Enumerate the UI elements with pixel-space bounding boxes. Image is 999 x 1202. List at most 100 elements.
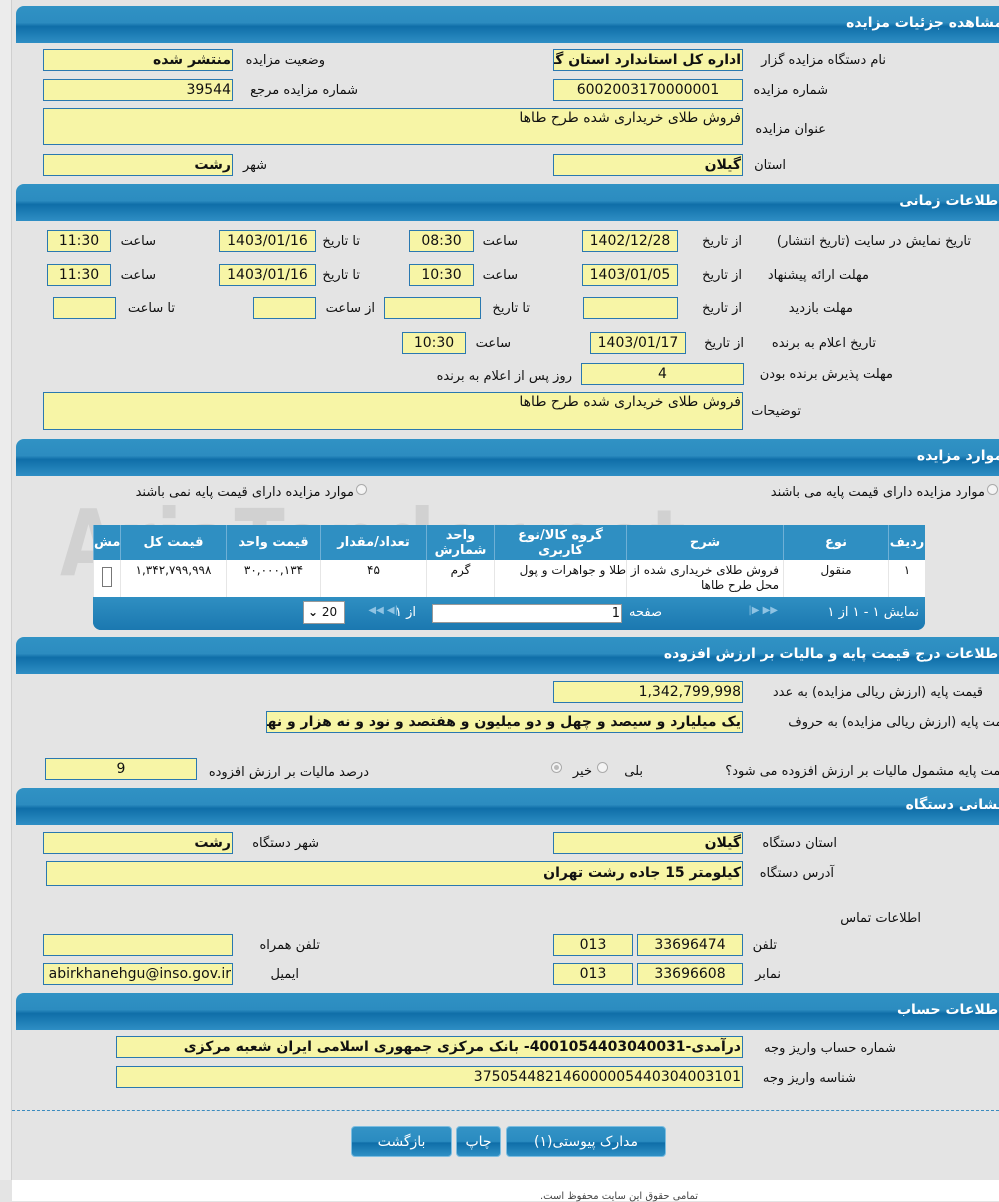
winner-label: تاریخ اعلام به برنده	[771, 336, 876, 351]
cell-unit: گرم	[426, 560, 494, 597]
fax-field[interactable]: 33696608	[637, 963, 743, 985]
col-header-row[interactable]: ردیف	[888, 525, 925, 560]
province-label: استان	[754, 158, 786, 173]
visit-to-date[interactable]	[384, 297, 481, 319]
vat-yes-label: بلی	[624, 764, 643, 779]
section-title: نشانی دستگاه	[905, 797, 999, 813]
accept-days-field[interactable]: 4	[581, 363, 744, 385]
section-header-price: اطلاعات درج قیمت پایه و مالیات بر ارزش ا…	[16, 637, 999, 674]
title-label: عنوان مزایده	[755, 122, 826, 137]
display-to-date[interactable]: 1403/01/16	[219, 230, 316, 252]
to-hour-label: تا ساعت	[127, 301, 175, 316]
display-from-time[interactable]: 08:30	[409, 230, 474, 252]
page-size-select[interactable]: ⌄ 20	[303, 601, 345, 624]
radio-with-base-price-label: موارد مزایده دارای قیمت پایه می باشند	[770, 485, 985, 500]
offer-from-date[interactable]: 1403/01/05	[582, 264, 678, 286]
payment-id-field[interactable]: 375054482146000005440304003101	[116, 1066, 743, 1088]
left-frame	[0, 0, 12, 1180]
copyright-text: تمامی حقوق این سایت محفوظ است.	[540, 1191, 699, 1202]
table-pager: نمایش ۱ - ۱ از ۱ ▶▶ ▶| صفحه 1 از ۱ |◀ ◀◀…	[93, 597, 925, 630]
description-field[interactable]: فروش طلای خریداری شده طرح طاها	[43, 392, 743, 430]
from-date-label: از تاریخ	[702, 268, 742, 283]
radio-without-base-price[interactable]	[356, 484, 367, 495]
page-label: صفحه	[629, 605, 662, 620]
ref-number-label: شماره مزایده مرجع	[250, 83, 358, 98]
org-city-field[interactable]: رشت	[43, 832, 233, 854]
org-field[interactable]: اداره کل استاندارد استان گیلان	[553, 49, 743, 71]
offer-from-time[interactable]: 10:30	[409, 264, 474, 286]
ref-number-field[interactable]: 39544	[43, 79, 233, 101]
visit-to-time[interactable]	[53, 297, 116, 319]
radio-with-base-price[interactable]	[987, 484, 998, 495]
hour-label: ساعت	[482, 234, 518, 249]
accept-suffix: روز پس از اعلام به برنده	[436, 369, 572, 384]
email-field[interactable]: abirkhanehgu@inso.gov.ir	[43, 963, 233, 985]
back-button[interactable]: بازگشت	[351, 1126, 452, 1157]
hour-label: ساعت	[120, 234, 156, 249]
offer-to-date[interactable]: 1403/01/16	[219, 264, 316, 286]
fax-label: نمابر	[755, 967, 781, 982]
col-header-group[interactable]: گروه کالا/نوع کاربری	[494, 525, 626, 560]
auction-number-field[interactable]: 6002003170000001	[553, 79, 743, 101]
winner-time[interactable]: 10:30	[402, 332, 466, 354]
detail-button[interactable]	[102, 567, 112, 587]
province-field[interactable]: گیلان	[553, 154, 743, 176]
visit-from-date[interactable]	[583, 297, 678, 319]
org-address-label: آدرس دستگاه	[759, 866, 834, 881]
vat-no-label: خیر	[572, 764, 592, 779]
col-header-quantity[interactable]: تعداد/مقدار	[320, 525, 426, 560]
section-header-address: نشانی دستگاه	[16, 788, 999, 825]
hour-label: ساعت	[120, 268, 156, 283]
accept-label: مهلت پذیرش برنده بودن	[759, 367, 893, 382]
status-label: وضعیت مزایده	[245, 53, 325, 68]
visit-from-time[interactable]	[253, 297, 316, 319]
display-from-date[interactable]: 1402/12/28	[582, 230, 678, 252]
base-price-words-field[interactable]: یک میلیارد و سیصد و چهل و دو میلیون و هف…	[266, 711, 743, 733]
vat-question: قیمت پایه مشمول مالیات بر ارزش افزوده می…	[725, 764, 999, 779]
phone-code-field[interactable]: 013	[553, 934, 633, 956]
col-header-total-price[interactable]: قیمت کل	[120, 525, 226, 560]
phone-label: تلفن	[752, 938, 777, 953]
cell-description: فروش طلای خریداری شده از محل طرح طاها	[626, 560, 783, 597]
winner-date[interactable]: 1403/01/17	[590, 332, 686, 354]
cell-quantity: ۴۵	[320, 560, 426, 597]
offer-to-time[interactable]: 11:30	[47, 264, 111, 286]
mobile-field[interactable]	[43, 934, 233, 956]
page-of-label: از ۱	[394, 605, 416, 620]
fax-code-field[interactable]: 013	[553, 963, 633, 985]
next-last-icons[interactable]: ▶▶ ▶|	[748, 605, 778, 616]
col-header-more[interactable]: مش	[93, 525, 120, 560]
org-label: نام دستگاه مزایده گزار	[761, 53, 886, 68]
vat-percent-field[interactable]: 9	[45, 758, 197, 780]
base-price-number-field[interactable]: 1,342,799,998	[553, 681, 743, 703]
description-label: توضیحات	[751, 404, 801, 419]
title-field[interactable]: فروش طلای خریداری شده طرح طاها	[43, 108, 743, 145]
base-price-words-label: قیمت پایه (ارزش ریالی مزایده) به حروف	[788, 715, 999, 730]
org-province-field[interactable]: گیلان	[553, 832, 743, 854]
to-date-label: تا تاریخ	[322, 234, 360, 249]
from-hour-label: از ساعت	[325, 301, 375, 316]
org-province-label: استان دستگاه	[762, 836, 837, 851]
col-header-description[interactable]: شرح	[626, 525, 783, 560]
vat-percent-label: درصد مالیات بر ارزش افزوده	[208, 765, 369, 780]
col-header-unit-price[interactable]: قیمت واحد	[226, 525, 320, 560]
account-number-field[interactable]: درآمدی-4001054403040031- بانک مرکزی جمهو…	[116, 1036, 743, 1058]
attachments-button[interactable]: مدارک پیوستی(۱)	[506, 1126, 666, 1157]
page-input[interactable]: 1	[432, 604, 622, 623]
display-to-time[interactable]: 11:30	[47, 230, 111, 252]
print-button[interactable]: چاپ	[456, 1126, 501, 1157]
first-prev-icons[interactable]: |◀ ◀◀	[368, 605, 398, 616]
vat-yes-radio[interactable]	[597, 762, 608, 773]
col-header-type[interactable]: نوع	[783, 525, 888, 560]
city-field[interactable]: رشت	[43, 154, 233, 176]
section-header-details: مشاهده جزئیات مزایده	[16, 6, 999, 43]
vat-no-radio[interactable]	[551, 762, 562, 773]
from-date-label: از تاریخ	[704, 336, 744, 351]
phone-field[interactable]: 33696474	[637, 934, 743, 956]
section-title: مشاهده جزئیات مزایده	[846, 15, 999, 31]
cell-group: طلا و جواهرات و پول	[494, 560, 626, 597]
payment-id-label: شناسه واریز وجه	[762, 1071, 856, 1086]
col-header-unit[interactable]: واحد شمارش	[426, 525, 494, 560]
status-field[interactable]: منتشر شده	[43, 49, 233, 71]
org-address-field[interactable]: کیلومتر 15 جاده رشت تهران	[46, 861, 743, 886]
